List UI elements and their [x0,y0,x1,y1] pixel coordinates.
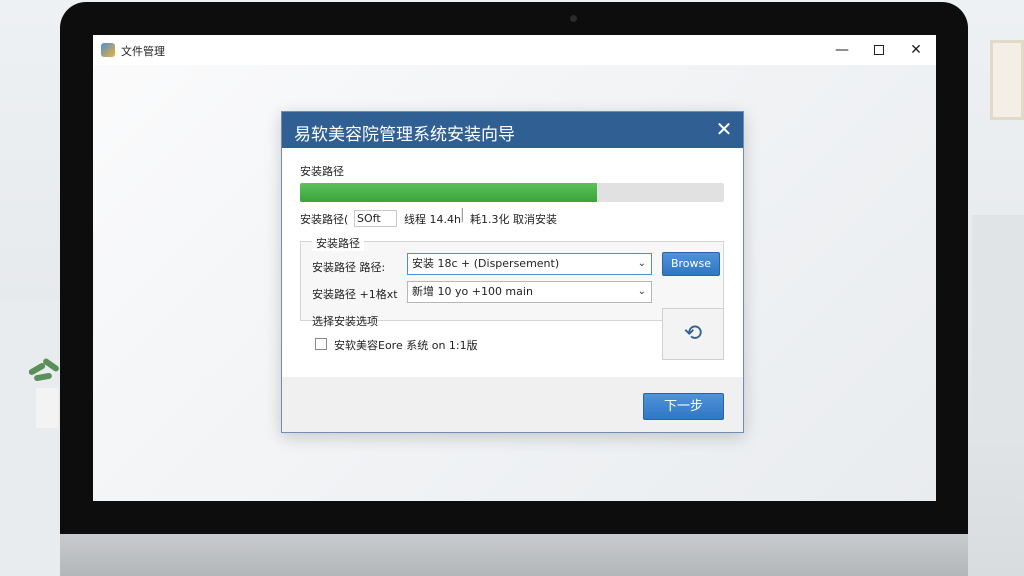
background-shelf [972,215,1024,445]
install-path-value: 安装 18c + (Dispersement) [412,257,560,270]
options-title: 选择安装选项 [312,315,378,328]
dialog-title: 易软美容院管理系统安装向导 [294,125,515,145]
status-divider: | [460,207,465,223]
window-titlebar: 文件管理 — ✕ [93,35,936,65]
app-icon [101,43,115,57]
maximize-icon [874,45,884,55]
status-mid: 线程 14.4h [404,213,461,226]
dialog-header: 易软美容院管理系统安装向导 ✕ [282,112,743,148]
dialog-close-icon[interactable]: ✕ [712,118,736,142]
status-prefix: 安装路径( [300,213,349,226]
wall-picture-frame [990,40,1024,120]
browse-button[interactable]: Browse [662,252,720,276]
data-path-select[interactable]: 新增 10 yo +100 main ⌄ [407,281,652,303]
monitor-stand [60,534,968,576]
data-path-label: 安装路径 +1格xt [312,288,398,301]
data-path-value: 新增 10 yo +100 main [412,285,533,298]
installer-dialog: 易软美容院管理系统安装向导 ✕ 安装路径 安装路径( SOft 线程 14.4h… [281,111,744,433]
status-line: 安装路径( [300,211,348,227]
maximize-button[interactable] [865,39,893,61]
progress-label: 安装路径 [300,165,344,178]
chevron-down-icon: ⌄ [637,286,646,297]
refresh-icon: ⟲ [683,321,703,346]
install-progress-bar [300,183,724,202]
webcam [570,15,577,22]
window-close-button[interactable]: ✕ [902,39,930,61]
status-right: 耗1.3化 取消安装 [470,213,557,226]
next-button[interactable]: 下一步 [643,393,724,420]
progress-fill [300,183,597,202]
install-group-title: 安装路径 [312,235,364,251]
option-checkbox-label: 安软美容Eore 系统 on 1:1版 [334,339,478,352]
window-title: 文件管理 [121,45,165,58]
install-path-select[interactable]: 安装 18c + (Dispersement) ⌄ [407,253,652,275]
screen: 文件管理 — ✕ 易软美容院管理系统安装向导 ✕ 安装路径 安装路径( SOft… [93,35,936,501]
refresh-button[interactable]: ⟲ [662,308,724,360]
status-value-box: SOft [354,210,397,227]
chevron-down-icon: ⌄ [637,258,646,269]
minimize-button[interactable]: — [828,39,856,61]
plant-decoration [27,357,62,428]
install-path-label: 安装路径 路径: [312,261,386,274]
status-value: SOft [357,212,381,225]
option-checkbox[interactable] [315,338,327,350]
